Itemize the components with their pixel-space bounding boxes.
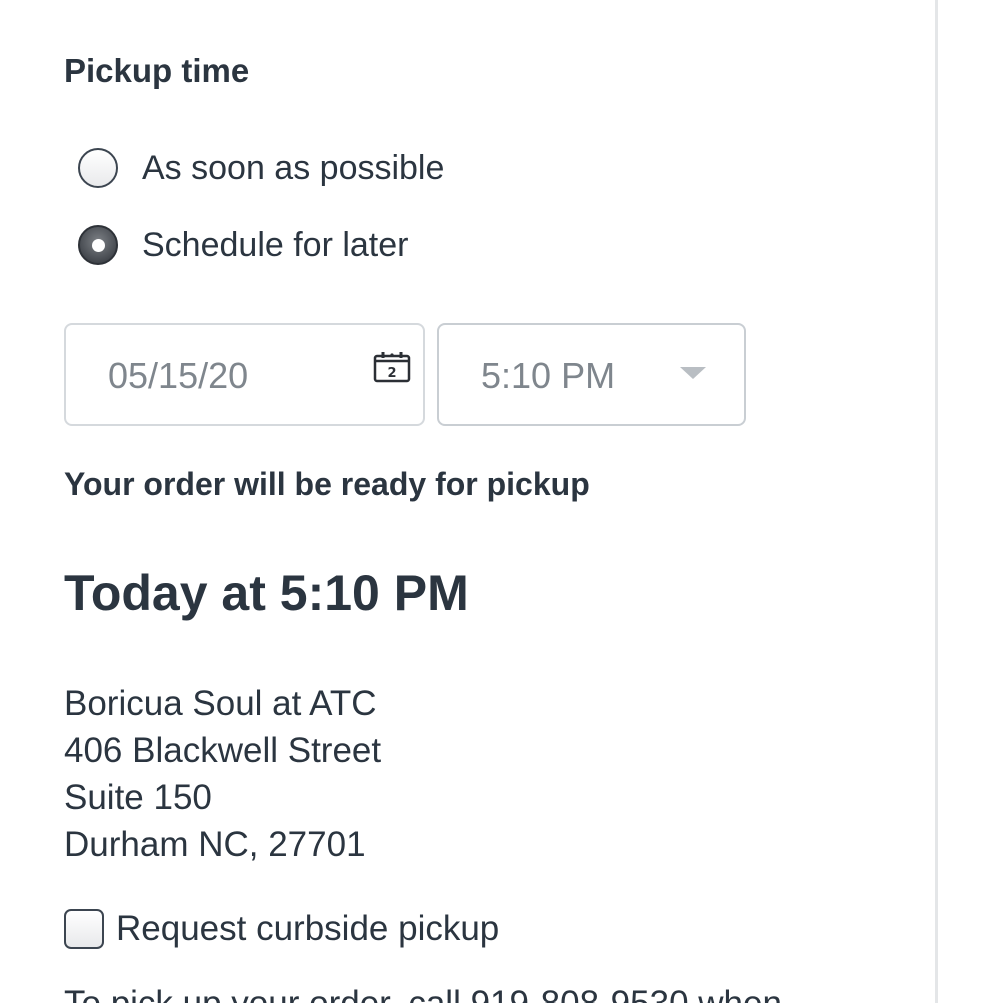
schedule-later-radio-label[interactable]: Schedule for later	[142, 226, 409, 265]
ready-time-value: Today at 5:10 PM	[64, 565, 469, 621]
pickup-time-value[interactable]: 5:10 PM	[481, 355, 615, 397]
calendar-day-number: 2	[387, 366, 396, 381]
address-line-suite: Suite 150	[64, 778, 212, 817]
pickup-date-input[interactable]: 05/15/20 2	[64, 323, 425, 426]
calendar-icon[interactable]: 2	[373, 351, 411, 383]
pickup-time-select[interactable]: 5:10 PM	[437, 323, 746, 426]
address-line-name: Boricua Soul at ATC	[64, 684, 377, 723]
asap-radio-label[interactable]: As soon as possible	[142, 149, 444, 188]
address-line-street: 406 Blackwell Street	[64, 731, 382, 770]
pickup-instructions-partial: To pick up your order, call 919-808-9530…	[64, 986, 814, 1003]
pickup-instructions-text: To pick up your order, call 919-808-9530…	[64, 986, 782, 1003]
schedule-later-radio-option[interactable]: Schedule for later	[78, 222, 409, 268]
curbside-checkbox[interactable]	[64, 909, 104, 949]
address-line-city: Durham NC, 27701	[64, 825, 366, 864]
curbside-pickup-option[interactable]: Request curbside pickup	[64, 904, 499, 954]
curbside-checkbox-label[interactable]: Request curbside pickup	[116, 909, 499, 949]
panel-divider	[935, 0, 938, 1003]
pickup-time-heading: Pickup time	[64, 52, 250, 89]
pickup-address: Boricua Soul at ATC 406 Blackwell Street…	[64, 680, 381, 868]
asap-radio-button[interactable]	[78, 148, 118, 188]
schedule-later-radio-button[interactable]	[78, 225, 118, 265]
asap-radio-option[interactable]: As soon as possible	[78, 145, 444, 191]
pickup-date-value[interactable]: 05/15/20	[108, 355, 248, 397]
ready-for-pickup-label: Your order will be ready for pickup	[64, 466, 590, 502]
chevron-down-icon[interactable]	[680, 367, 706, 379]
